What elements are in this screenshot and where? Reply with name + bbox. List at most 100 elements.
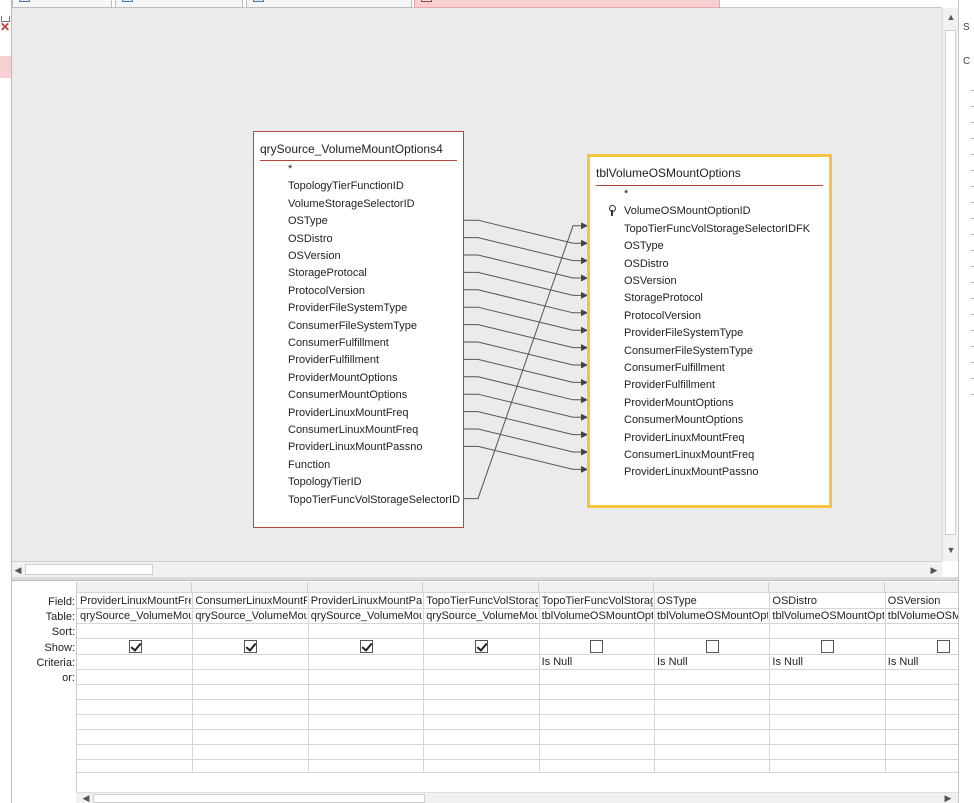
field-list-item[interactable]: TopoTierFuncVolStorageSelectorIDFK	[624, 222, 810, 236]
query-design-surface[interactable]: qrySource_VolumeMountOptions4 * TopologyT…	[12, 8, 942, 561]
join-line[interactable]	[464, 445, 588, 473]
join-line[interactable]	[464, 324, 588, 352]
grid-cell-table[interactable]: qrySource_VolumeMountOptions4	[308, 610, 422, 622]
field-list-item[interactable]: ProviderFulfillment	[288, 353, 379, 367]
join-line[interactable]	[464, 306, 588, 334]
field-list-item[interactable]: TopologyTierID	[288, 475, 362, 489]
field-list-item[interactable]: ProviderMountOptions	[288, 371, 397, 385]
column-selector[interactable]	[192, 582, 308, 592]
grid-horizontal-scrollbar[interactable]: ◀ ▶	[76, 792, 958, 803]
field-list-item[interactable]: ProviderLinuxMountFreq	[624, 431, 744, 445]
source-field-list[interactable]: qrySource_VolumeMountOptions4 * TopologyT…	[253, 131, 464, 528]
field-list-item[interactable]: VolumeStorageSelectorID	[288, 197, 415, 211]
grid-cell-criteria[interactable]: Is Null	[539, 656, 653, 668]
field-list-item[interactable]: *	[624, 187, 628, 201]
grid-cell-table[interactable]: tblVolumeOSMountOptions	[539, 610, 653, 622]
field-list-item[interactable]: ConsumerFileSystemType	[288, 319, 417, 333]
field-list-item[interactable]: OSType	[624, 239, 664, 253]
grid-cell-field[interactable]: TopoTierFuncVolStorageSelectorID	[423, 595, 537, 607]
show-checkbox[interactable]	[936, 640, 950, 653]
scroll-left-arrow-icon[interactable]: ◀	[78, 793, 94, 803]
grid-cell-criteria[interactable]: Is Null	[654, 656, 768, 668]
close-icon[interactable]: ✕	[0, 21, 10, 33]
field-list-item[interactable]: Function	[288, 458, 330, 472]
field-list-item[interactable]: OSDistro	[624, 257, 669, 271]
field-list-item[interactable]: ProviderFulfillment	[624, 378, 715, 392]
grid-cell-field[interactable]: OSVersion	[885, 595, 958, 607]
grid-cell-table[interactable]: qrySource_VolumeMountOptions4	[192, 610, 306, 622]
join-line[interactable]	[464, 393, 588, 421]
field-list-item[interactable]: OSType	[288, 214, 328, 228]
grid-cell-criteria[interactable]: Is Null	[769, 656, 883, 668]
column-selector[interactable]	[423, 582, 539, 592]
field-list-item[interactable]: ConsumerLinuxMountFreq	[288, 423, 418, 437]
field-list-item[interactable]: ConsumerLinuxMountFreq	[624, 448, 754, 462]
join-line[interactable]	[464, 237, 588, 265]
horizontal-scroll-thumb[interactable]	[25, 564, 153, 575]
scroll-right-arrow-icon[interactable]: ▶	[926, 565, 942, 575]
field-list-item[interactable]: OSVersion	[624, 274, 677, 288]
show-checkbox[interactable]	[590, 640, 604, 653]
query-design-grid[interactable]: ProviderLinuxMountFreq qrySource_VolumeMo…	[76, 582, 958, 792]
column-selector[interactable]	[654, 582, 770, 592]
show-checkbox[interactable]	[474, 640, 488, 653]
grid-cell-table[interactable]: tblVolumeOSMountOptions	[885, 610, 958, 622]
design-horizontal-scrollbar[interactable]: ◀ ▶	[12, 561, 942, 577]
field-list-item[interactable]: TopologyTierFunctionID	[288, 179, 404, 193]
show-checkbox[interactable]	[821, 640, 835, 653]
scroll-right-arrow-icon[interactable]: ▶	[940, 793, 956, 803]
field-list-item[interactable]: ProviderFileSystemType	[288, 301, 407, 315]
join-line[interactable]	[464, 289, 588, 317]
field-list-item[interactable]: ConsumerMountOptions	[624, 413, 743, 427]
grid-cell-table[interactable]: qrySource_VolumeMountOptions4	[77, 610, 191, 622]
show-checkbox[interactable]	[359, 640, 373, 653]
document-tab-3[interactable]	[246, 0, 412, 8]
field-list-item[interactable]: ConsumerMountOptions	[288, 388, 407, 402]
field-list-item[interactable]: OSVersion	[288, 249, 341, 263]
grid-cell-criteria[interactable]: Is Null	[885, 656, 958, 668]
show-checkbox[interactable]	[128, 640, 142, 653]
show-checkbox[interactable]	[244, 640, 258, 653]
grid-cell-field[interactable]: ProviderLinuxMountPassno	[308, 595, 422, 607]
document-tab-2[interactable]	[115, 0, 243, 8]
field-list-item[interactable]: ProviderFileSystemType	[624, 326, 743, 340]
grid-cell-table[interactable]: tblVolumeOSMountOptions	[654, 610, 768, 622]
field-list-item[interactable]: ProviderMountOptions	[624, 396, 733, 410]
column-selector[interactable]	[884, 582, 958, 592]
field-list-item[interactable]: ProviderLinuxMountFreq	[288, 406, 408, 420]
field-list-item[interactable]: ProtocolVersion	[624, 309, 701, 323]
field-list-item[interactable]: StorageProtocol	[624, 291, 703, 305]
field-list-item[interactable]: ProviderLinuxMountPassno	[288, 440, 423, 454]
field-list-item[interactable]: ConsumerFileSystemType	[624, 344, 753, 358]
field-list-item[interactable]: ProviderLinuxMountPassno	[624, 465, 759, 479]
field-list-item[interactable]: VolumeOSMountOptionID	[609, 204, 751, 218]
join-line[interactable]	[464, 254, 588, 282]
field-list-item[interactable]: StorageProtocal	[288, 266, 367, 280]
field-list-item[interactable]: *	[288, 162, 292, 176]
field-list-item[interactable]: ConsumerFulfillment	[624, 361, 725, 375]
grid-cell-field[interactable]: ConsumerLinuxMountFreq	[192, 595, 306, 607]
join-line[interactable]	[464, 376, 588, 404]
show-checkbox[interactable]	[705, 640, 719, 653]
pane-splitter[interactable]	[12, 577, 958, 581]
document-tab-active[interactable]	[414, 0, 720, 8]
column-selector[interactable]	[307, 582, 424, 592]
field-list-item[interactable]: ConsumerFulfillment	[288, 336, 389, 350]
target-field-list[interactable]: tblVolumeOSMountOptions * VolumeOSMountOp…	[587, 154, 832, 508]
join-line[interactable]	[464, 411, 588, 439]
grid-cell-field[interactable]: TopoTierFuncVolStorageSelectorIDFK	[539, 595, 653, 607]
field-list-item[interactable]: ProtocolVersion	[288, 284, 365, 298]
column-selector[interactable]	[538, 582, 654, 592]
scroll-left-arrow-icon[interactable]: ◀	[10, 565, 26, 575]
scroll-up-arrow-icon[interactable]: ▲	[943, 12, 959, 22]
grid-cell-table[interactable]: tblVolumeOSMountOptions	[769, 610, 883, 622]
grid-cell-table[interactable]: qrySource_VolumeMountOptions4	[423, 610, 537, 622]
column-selector[interactable]	[769, 582, 885, 592]
grid-cell-field[interactable]: OSDistro	[769, 595, 883, 607]
field-list-item[interactable]: OSDistro	[288, 232, 333, 246]
vertical-scroll-thumb[interactable]	[945, 30, 956, 535]
grid-cell-field[interactable]: OSType	[654, 595, 768, 607]
document-tab-1[interactable]	[12, 0, 112, 8]
field-list-item[interactable]: TopoTierFuncVolStorageSelectorID	[288, 493, 460, 507]
design-vertical-scrollbar[interactable]: ▲ ▼	[942, 8, 958, 561]
